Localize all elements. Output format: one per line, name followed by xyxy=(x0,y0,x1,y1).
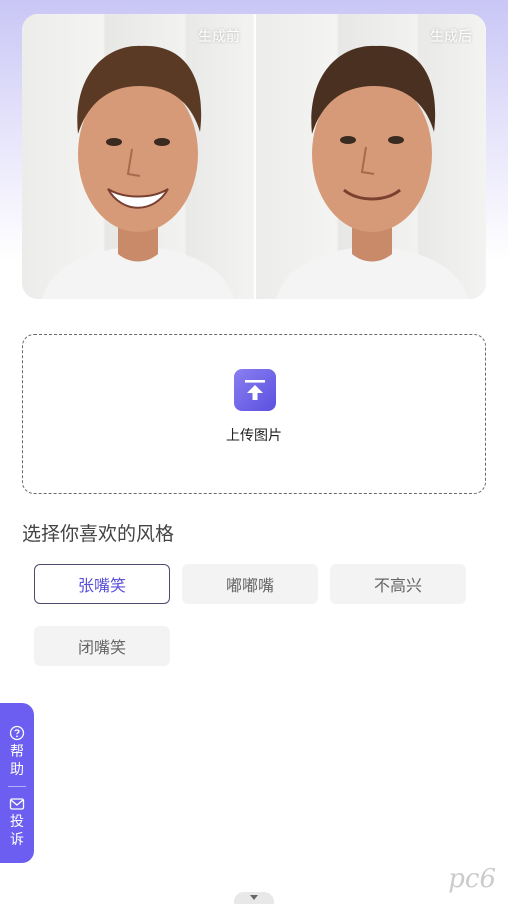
upload-image-area[interactable]: 上传图片 xyxy=(22,334,486,494)
watermark-logo: pc6 xyxy=(448,864,496,894)
side-help-tab: 帮助 投诉 xyxy=(0,703,34,863)
upload-icon[interactable] xyxy=(234,369,276,411)
complaint-label: 投诉 xyxy=(10,814,24,848)
style-option-unhappy[interactable]: 不高兴 xyxy=(330,564,466,604)
help-label: 帮助 xyxy=(10,744,24,778)
upload-label: 上传图片 xyxy=(226,428,282,444)
style-option-open-smile[interactable]: 张嘴笑 xyxy=(34,564,170,604)
before-photo: 生成前 xyxy=(22,14,254,299)
style-option-closed-smile[interactable]: 闭嘴笑 xyxy=(34,626,170,666)
after-photo: 生成后 xyxy=(254,14,486,299)
pull-handle[interactable] xyxy=(234,892,274,904)
before-label: 生成前 xyxy=(198,29,240,45)
chevron-down-icon xyxy=(250,895,258,900)
before-after-comparison: 生成前 生成后 xyxy=(22,14,486,299)
side-tab-divider xyxy=(8,786,26,787)
help-button[interactable]: 帮助 xyxy=(0,725,34,779)
complaint-button[interactable]: 投诉 xyxy=(0,797,34,849)
style-section-title: 选择你喜欢的风格 xyxy=(22,523,175,545)
question-icon xyxy=(9,725,25,741)
mail-icon xyxy=(9,798,25,810)
after-label: 生成后 xyxy=(430,29,472,45)
portrait-after-image xyxy=(276,45,468,299)
style-option-pout[interactable]: 嘟嘟嘴 xyxy=(182,564,318,604)
portrait-before-image xyxy=(42,45,234,299)
